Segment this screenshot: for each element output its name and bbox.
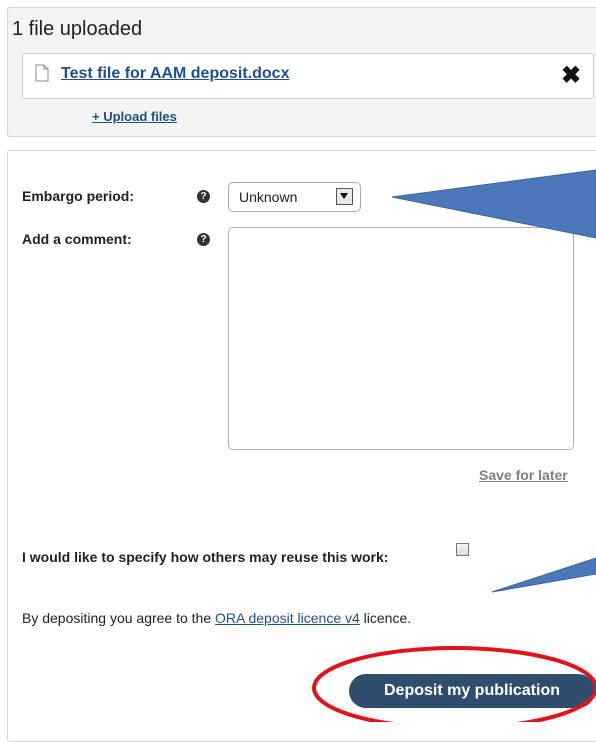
callout-pointer-embargo — [391, 169, 596, 239]
callout-pointer-reuse — [491, 557, 596, 593]
highlight-ring — [312, 646, 596, 722]
annotation-overlay — [312, 169, 596, 722]
